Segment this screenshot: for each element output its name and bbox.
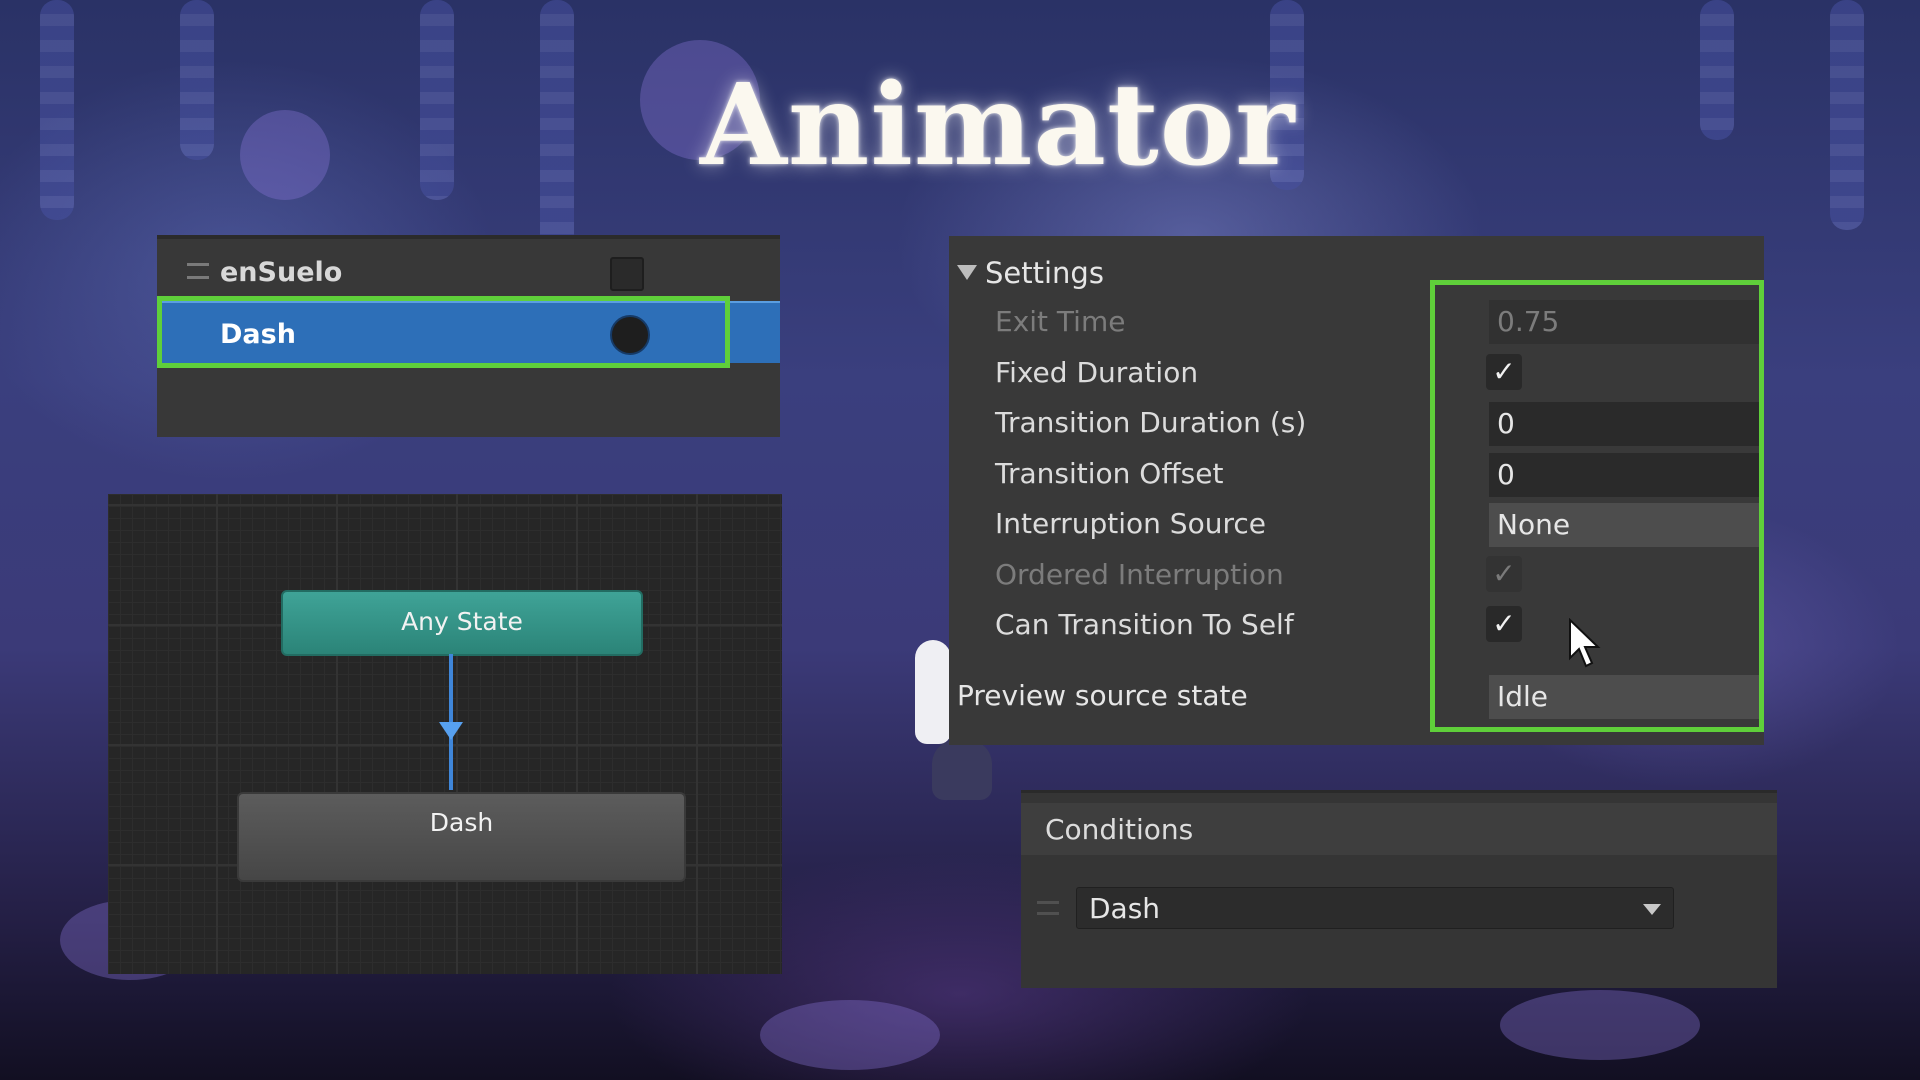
state-machine-graph[interactable]: Any State Dash: [108, 494, 782, 974]
mouse-cursor-icon: [1569, 618, 1601, 668]
fixed-duration-label: Fixed Duration: [995, 356, 1199, 389]
ordered-interruption-label: Ordered Interruption: [995, 558, 1284, 591]
transition-duration-label: Transition Duration (s): [995, 406, 1307, 439]
conditions-header: Conditions: [1021, 803, 1777, 855]
drag-handle-icon[interactable]: [1037, 901, 1059, 915]
can-transition-to-self-label: Can Transition To Self: [995, 608, 1294, 641]
parameter-row-ensuelo[interactable]: enSuelo: [157, 241, 780, 301]
settings-foldout[interactable]: Settings: [957, 256, 1104, 290]
parameter-name: enSuelo: [220, 257, 343, 288]
condition-parameter-dropdown[interactable]: Dash: [1076, 887, 1674, 929]
conditions-panel: Conditions Dash: [1021, 790, 1777, 988]
transition-offset-label: Transition Offset: [995, 457, 1224, 490]
drag-handle-icon[interactable]: [187, 263, 209, 279]
any-state-node[interactable]: Any State: [281, 590, 643, 656]
exit-time-label: Exit Time: [995, 305, 1126, 338]
highlight-box: [157, 296, 730, 368]
interruption-source-label: Interruption Source: [995, 507, 1266, 540]
settings-header: Settings: [985, 256, 1104, 290]
conditions-title: Conditions: [1045, 813, 1194, 846]
transition-arrow-icon[interactable]: [439, 722, 463, 740]
chevron-down-icon[interactable]: [1643, 904, 1661, 915]
page-title: Animator: [700, 60, 1296, 191]
condition-parameter-value: Dash: [1089, 892, 1161, 925]
dash-state-node[interactable]: Dash: [237, 792, 686, 882]
preview-source-label: Preview source state: [957, 679, 1248, 712]
foldout-triangle-icon[interactable]: [957, 265, 977, 280]
bool-checkbox[interactable]: [610, 257, 644, 291]
